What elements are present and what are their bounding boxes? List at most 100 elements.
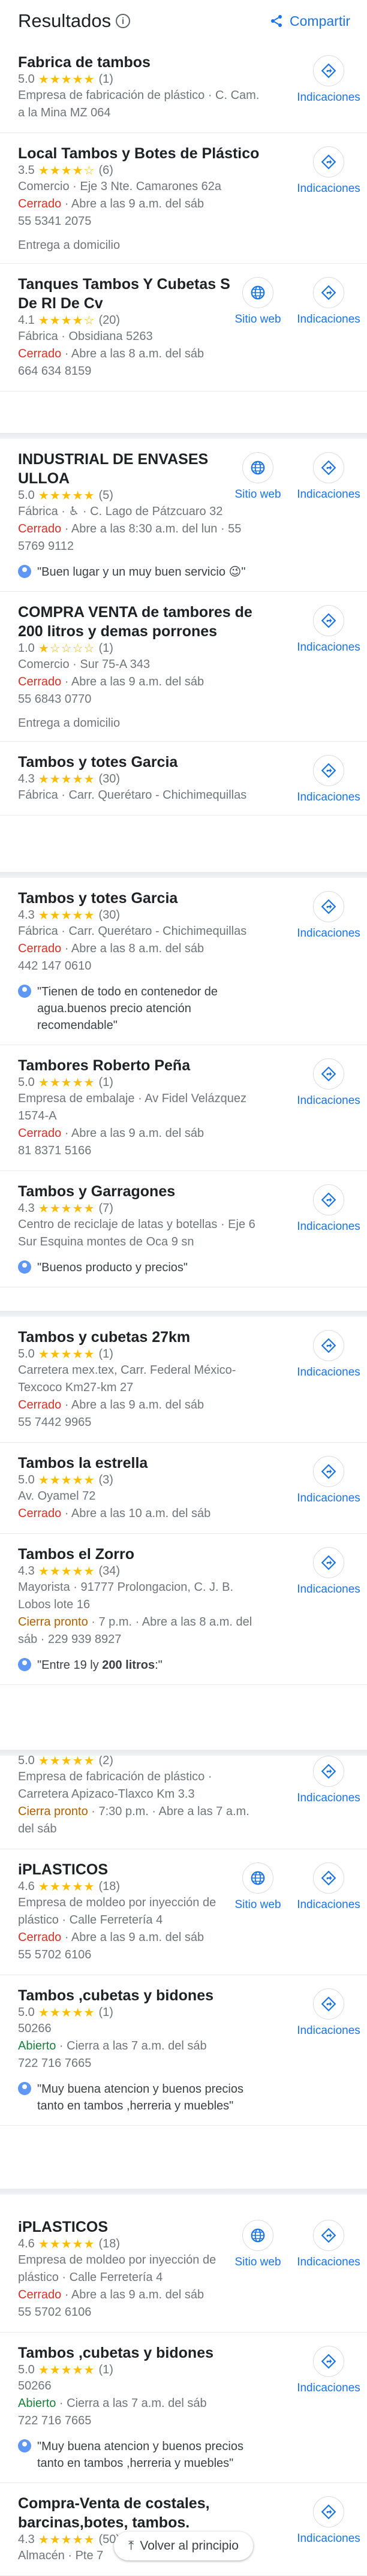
directions-button[interactable]: Indicaciones <box>297 755 360 804</box>
result-card[interactable]: Tambos y totes Garcia 4.3 ★★★★★ (30) Fábrica… <box>0 742 367 815</box>
result-card[interactable]: Tambos la estrella 5.0 ★★★★★ (3) Av. Oyamel … <box>0 1443 367 1534</box>
place-name[interactable]: Tambos y cubetas 27km <box>18 1328 265 1347</box>
result-card[interactable]: Tambos y totes Garcia 4.3 ★★★★★ (30) Fábrica… <box>0 878 367 1045</box>
place-name[interactable]: Tambos ,cubetas y bidones <box>18 1986 265 2005</box>
place-name[interactable]: Tambores Roberto Peña <box>18 1056 265 1075</box>
directions-button[interactable]: Indicaciones <box>297 146 360 195</box>
rating-value: 4.1 <box>18 314 35 327</box>
status-badge: Cerrado <box>18 1507 62 1520</box>
place-name[interactable]: Tambos ,cubetas y bidones <box>18 2343 265 2363</box>
result-card[interactable]: Tanques Tambos Y Cubetas S De Rl De Cv 4.… <box>0 264 367 392</box>
card-actions: Indicaciones <box>297 2496 360 2545</box>
directions-button[interactable]: Indicaciones <box>297 1862 360 1912</box>
directions-button[interactable]: Indicaciones <box>297 1456 360 1505</box>
directions-button[interactable]: Indicaciones <box>297 1756 360 1805</box>
directions-icon <box>313 1058 344 1090</box>
hours-text: · Abre a las 9 a.m. del sáb <box>61 1931 204 1944</box>
website-button[interactable]: Sitio web <box>227 1862 289 1912</box>
result-card[interactable]: Fabrica de tambos 5.0 ★★★★★ (1) Empresa de f… <box>0 42 367 133</box>
card-actions: Indicaciones <box>297 1547 360 1596</box>
rating-value: 4.3 <box>18 2533 35 2546</box>
rating-value: 5.0 <box>18 2006 35 2019</box>
rating-value: 5.0 <box>18 1473 35 1486</box>
place-name[interactable]: Tambos la estrella <box>18 1453 265 1473</box>
place-name[interactable]: iPLASTICOS <box>18 1860 253 1879</box>
directions-button[interactable]: Indicaciones <box>297 2496 360 2545</box>
place-details: Empresa de embalaje · Av Fidel Velázquez… <box>18 1092 246 1123</box>
website-button[interactable]: Sitio web <box>227 2220 289 2269</box>
user-avatar-icon <box>18 985 31 998</box>
website-button[interactable]: Sitio web <box>227 277 289 326</box>
card-actions: Indicaciones <box>297 891 360 940</box>
star-rating-icon: ★★★★★ <box>38 2238 95 2251</box>
info-icon[interactable]: i <box>116 14 131 28</box>
results-page: Resultados i Compartir Fabrica de tambos… <box>0 0 367 2576</box>
result-card[interactable]: Tambos y cubetas 27km 5.0 ★★★★★ (1) Carreter… <box>0 1317 367 1443</box>
directions-label: Indicaciones <box>297 1492 360 1504</box>
rating-row: 5.0 ★★★★★ (1) <box>18 2005 265 2020</box>
result-card[interactable]: COMPRA VENTA de tambores de 200 litros y… <box>0 592 367 742</box>
directions-button[interactable]: Indicaciones <box>297 2346 360 2395</box>
place-name[interactable]: Tanques Tambos Y Cubetas S De Rl De Cv <box>18 275 253 313</box>
directions-button[interactable]: Indicaciones <box>297 891 360 940</box>
rating-row: 1.0 ★☆☆☆☆ (1) <box>18 641 265 656</box>
result-card[interactable]: iPLASTICOS 4.6 ★★★★★ (18) Empresa de moldeo … <box>0 2207 367 2333</box>
place-name[interactable]: iPLASTICOS <box>18 2217 253 2237</box>
place-name[interactable]: Tambos y totes Garcia <box>18 753 265 772</box>
result-card[interactable]: 5.0 ★★★★★ (2) Empresa de fabricación de plá… <box>0 1756 367 1849</box>
review-snippet: "Buenos producto y precios" <box>18 1259 265 1276</box>
rating-row: 4.6 ★★★★★ (18) <box>18 2237 253 2252</box>
place-name[interactable]: Tambos el Zorro <box>18 1545 265 1564</box>
review-count: (1) <box>98 2363 113 2376</box>
card-actions: Indicaciones <box>297 605 360 654</box>
review-count: (20) <box>98 314 121 327</box>
star-rating-icon: ★★★★★ <box>38 773 95 786</box>
directions-button[interactable]: Indicaciones <box>297 1330 360 1379</box>
website-label: Sitio web <box>234 313 281 326</box>
place-details: Carretera mex.tex, Carr. Federal México-… <box>18 1364 236 1394</box>
share-label: Compartir <box>290 13 350 29</box>
review-count: (2) <box>98 1756 113 1767</box>
place-name[interactable]: Fabrica de tambos <box>18 53 265 72</box>
website-button[interactable]: Sitio web <box>227 452 289 501</box>
directions-label: Indicaciones <box>297 2256 360 2268</box>
screen-4: Tambos y cubetas 27km 5.0 ★★★★★ (1) Carreter… <box>0 1317 367 1750</box>
status-badge: Cerrado <box>18 1127 62 1140</box>
place-name[interactable]: COMPRA VENTA de tambores de 200 litros y… <box>18 603 265 641</box>
directions-button[interactable]: Indicaciones <box>297 1988 360 2038</box>
review-count: (1) <box>98 1076 113 1089</box>
result-card[interactable]: Tambores Roberto Peña 5.0 ★★★★★ (1) Empresa … <box>0 1045 367 1171</box>
place-name[interactable]: Compra-Venta de costales, barcinas,botes… <box>18 2494 265 2532</box>
result-card[interactable]: Tambos ,cubetas y bidones 5.0 ★★★★★ (1) 5026… <box>0 1975 367 2126</box>
place-name[interactable]: Tambos y totes Garcia <box>18 889 265 908</box>
rating-row: 4.3 ★★★★★ (30) <box>18 908 265 923</box>
result-card[interactable]: Tambos y Garragones 4.3 ★★★★★ (7) Centro de … <box>0 1171 367 1287</box>
directions-button[interactable]: Indicaciones <box>297 452 360 501</box>
directions-button[interactable]: Indicaciones <box>297 605 360 654</box>
hours-status: Cerrado · Abre a las 9 a.m. del sáb <box>18 195 265 213</box>
share-button[interactable]: Compartir <box>269 13 350 29</box>
directions-button[interactable]: Indicaciones <box>297 1058 360 1108</box>
result-card[interactable]: Local Tambos y Botes de Plástico 3.5 ★★★★☆… <box>0 133 367 264</box>
directions-icon <box>313 146 344 177</box>
directions-button[interactable]: Indicaciones <box>297 2220 360 2269</box>
result-card[interactable]: Tambos ,cubetas y bidones 5.0 ★★★★★ (1) 5026… <box>0 2333 367 2483</box>
back-to-top-button[interactable]: ⤒ Volver al principio <box>114 2532 253 2560</box>
place-details: Empresa de fabricación de plástico · Car… <box>18 1770 212 1801</box>
result-card[interactable]: iPLASTICOS 4.6 ★★★★★ (18) Empresa de moldeo … <box>0 1849 367 1975</box>
place-name[interactable]: Tambos y Garragones <box>18 1182 265 1201</box>
directions-button[interactable]: Indicaciones <box>297 1184 360 1233</box>
result-card[interactable]: Tambos el Zorro 4.3 ★★★★★ (34) Mayorista · 9… <box>0 1534 367 1685</box>
place-name[interactable]: Local Tambos y Botes de Plástico <box>18 144 265 163</box>
directions-icon <box>313 2496 344 2527</box>
rating-row: 3.5 ★★★★☆ (6) <box>18 163 265 178</box>
place-name[interactable]: INDUSTRIAL DE ENVASES ULLOA <box>18 450 253 488</box>
hours-status: Cerrado · Abre a las 9 a.m. del sáb <box>18 1125 265 1142</box>
place-details: Av. Oyamel 72 <box>18 1489 96 1503</box>
directions-button[interactable]: Indicaciones <box>297 1547 360 1596</box>
directions-label: Indicaciones <box>297 1220 360 1233</box>
result-card[interactable]: INDUSTRIAL DE ENVASES ULLOA 5.0 ★★★★★ (5) Fá… <box>0 439 367 592</box>
directions-button[interactable]: Indicaciones <box>297 277 360 326</box>
result-card[interactable]: Compra-Venta de costales, barcinas,botes… <box>0 2483 367 2576</box>
directions-button[interactable]: Indicaciones <box>297 55 360 104</box>
